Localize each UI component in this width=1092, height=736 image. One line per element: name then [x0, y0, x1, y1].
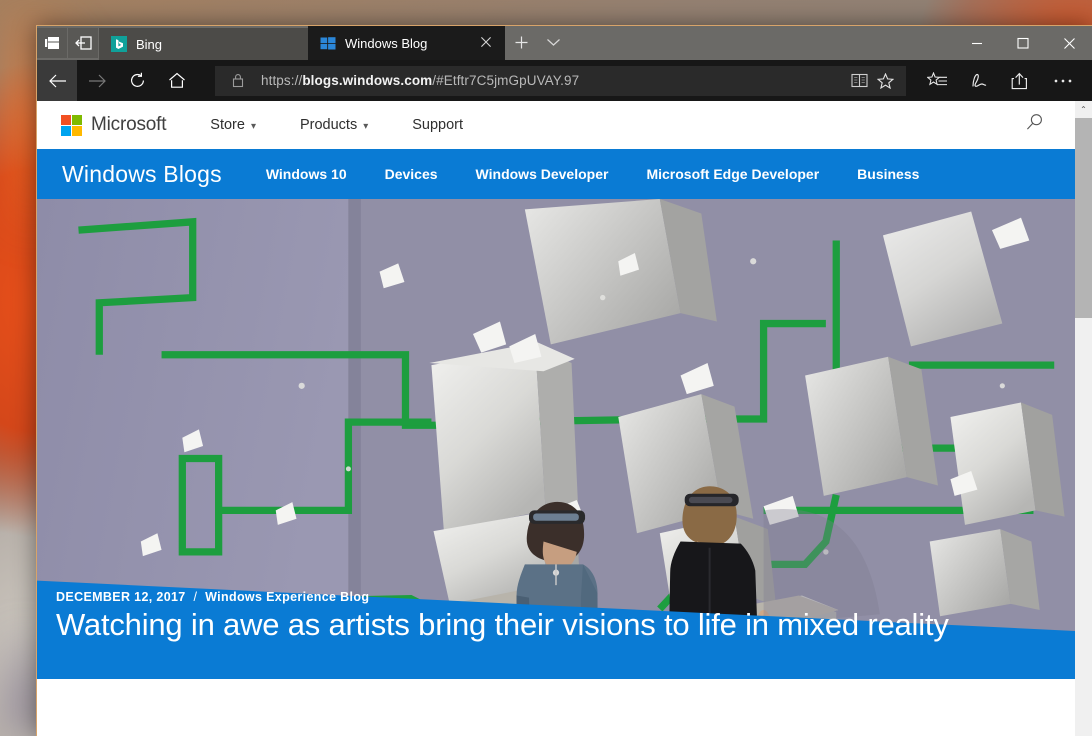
hero-article-banner[interactable]: DECEMBER 12, 2017 / Windows Experience B…: [37, 199, 1075, 679]
hub-favorites-icon: [927, 72, 948, 90]
window-controls: [954, 26, 1092, 60]
ms-nav-label: Support: [412, 117, 463, 133]
ms-nav-products[interactable]: Products ▾: [300, 117, 368, 133]
article-headline[interactable]: Watching in awe as artists bring their v…: [56, 607, 949, 643]
article-category[interactable]: Windows Experience Blog: [205, 590, 369, 604]
share-icon: [1011, 72, 1031, 90]
ms-nav-label: Store: [210, 117, 245, 133]
ms-nav-store[interactable]: Store ▾: [210, 117, 256, 133]
tab-windows-blog[interactable]: Windows Blog: [308, 26, 505, 60]
forward-arrow-icon: [88, 73, 107, 89]
home-icon: [168, 72, 186, 89]
microsoft-wordmark: Microsoft: [91, 114, 166, 136]
padlock-icon: [225, 67, 251, 95]
maximize-icon: [1017, 37, 1029, 49]
set-tabs-aside-icon: [75, 36, 92, 50]
tab-title: Bing: [136, 37, 298, 52]
edge-browser-window: Bing Windows Blog: [36, 25, 1092, 736]
refresh-button[interactable]: [117, 60, 157, 101]
chevron-up-icon: ⌃: [1080, 105, 1087, 114]
ms-nav-support[interactable]: Support: [412, 117, 463, 133]
web-notes-pen-icon: [969, 72, 989, 90]
minimize-button[interactable]: [954, 26, 1000, 60]
web-page-content: Microsoft Store ▾ Products ▾ Support: [37, 101, 1075, 736]
tab-dropdown-button[interactable]: [537, 26, 569, 58]
scrollbar-thumb[interactable]: [1075, 118, 1092, 318]
microsoft-squares-icon: [61, 115, 82, 136]
blog-brand-link[interactable]: Windows Blogs: [62, 161, 222, 188]
tab-bing[interactable]: Bing: [99, 28, 308, 60]
tab-previews-icon: [44, 36, 60, 50]
tab-title: Windows Blog: [345, 36, 470, 51]
reading-view-icon[interactable]: [846, 67, 872, 95]
hub-favorites-button[interactable]: [916, 60, 958, 101]
blog-nav-item-devices[interactable]: Devices: [385, 166, 438, 182]
chevron-down-icon: [546, 37, 561, 47]
show-tab-previews-button[interactable]: [37, 28, 68, 58]
scroll-up-button[interactable]: ⌃: [1075, 101, 1092, 118]
address-bar[interactable]: https://blogs.windows.com/#Etftr7C5jmGpU…: [215, 66, 906, 96]
close-tab-icon[interactable]: [479, 35, 495, 51]
blog-nav-item-business[interactable]: Business: [857, 166, 919, 182]
blog-nav-item-edge-developer[interactable]: Microsoft Edge Developer: [646, 166, 819, 182]
bing-b-icon: [111, 36, 127, 52]
maximize-button[interactable]: [1000, 26, 1046, 60]
chevron-down-icon: ▾: [251, 121, 256, 132]
blog-nav-item-windows-10[interactable]: Windows 10: [266, 166, 347, 182]
refresh-icon: [129, 72, 146, 89]
microsoft-logo[interactable]: Microsoft: [61, 114, 166, 136]
hero-caption: DECEMBER 12, 2017 / Windows Experience B…: [56, 590, 949, 643]
windows-blogs-nav: Windows Blogs Windows 10 Devices Windows…: [37, 149, 1075, 199]
search-icon[interactable]: [1025, 113, 1045, 138]
more-options-button[interactable]: [1042, 60, 1084, 101]
article-meta: DECEMBER 12, 2017 / Windows Experience B…: [56, 590, 949, 604]
back-button[interactable]: [37, 60, 77, 101]
page-viewport: Microsoft Store ▾ Products ▾ Support: [37, 101, 1092, 736]
minimize-icon: [971, 37, 983, 49]
browser-toolbar: https://blogs.windows.com/#Etftr7C5jmGpU…: [37, 60, 1092, 101]
share-button[interactable]: [1000, 60, 1042, 101]
meta-separator: /: [193, 590, 197, 604]
close-icon: [1063, 37, 1076, 50]
article-date: DECEMBER 12, 2017: [56, 590, 186, 604]
tab-strip: Bing Windows Blog: [37, 26, 1092, 60]
ms-nav-label: Products: [300, 117, 357, 133]
web-notes-button[interactable]: [958, 60, 1000, 101]
new-tab-button[interactable]: [505, 26, 537, 58]
url-text: https://blogs.windows.com/#Etftr7C5jmGpU…: [261, 73, 846, 88]
plus-icon: [514, 35, 529, 50]
more-ellipsis-icon: [1053, 78, 1073, 84]
back-arrow-icon: [48, 73, 67, 89]
chevron-down-icon: ▾: [363, 121, 368, 132]
favorite-star-icon[interactable]: [872, 67, 898, 95]
microsoft-global-header: Microsoft Store ▾ Products ▾ Support: [37, 101, 1075, 149]
set-tabs-aside-button[interactable]: [68, 28, 99, 58]
windows-logo-icon: [320, 35, 336, 51]
home-button[interactable]: [157, 60, 197, 101]
close-window-button[interactable]: [1046, 26, 1092, 60]
blog-nav-item-windows-developer[interactable]: Windows Developer: [476, 166, 609, 182]
page-scrollbar[interactable]: ⌃: [1075, 101, 1092, 736]
forward-button[interactable]: [77, 60, 117, 101]
